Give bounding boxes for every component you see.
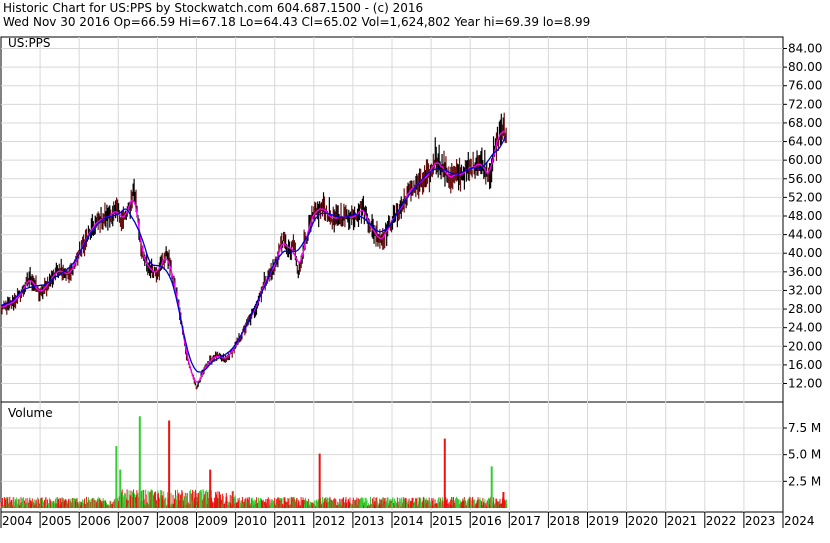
price-tick-label: 56.00 — [788, 172, 822, 186]
price-tick-label: 24.00 — [788, 321, 822, 335]
price-tick-label: 72.00 — [788, 97, 822, 111]
price-tick-label: 12.00 — [788, 377, 822, 391]
volume-tick-label: 2.5 M — [788, 474, 821, 488]
year-axis: 2004 2005 2006 2007 2008 2009 2010 2011 2012 2013… — [0, 512, 815, 528]
year-tick-label: 2019 — [589, 514, 620, 528]
price-tick-label: 44.00 — [788, 228, 822, 242]
price-tick-label: 84.00 — [788, 42, 822, 56]
price-axis: 84.00 80.00 76.00 72.00 68.00 64.00 60.00 56.00… — [783, 42, 822, 391]
year-tick-label: 2010 — [237, 514, 268, 528]
year-tick-label: 2005 — [41, 514, 72, 528]
price-tick-label: 80.00 — [788, 60, 822, 74]
stock-chart: Historic Chart for US:PPS by Stockwatch.… — [0, 1, 822, 528]
year-tick-label: 2014 — [393, 514, 424, 528]
price-tick-label: 64.00 — [788, 135, 822, 149]
volume-label: Volume — [8, 406, 53, 420]
year-tick-label: 2008 — [158, 514, 189, 528]
year-tick-label: 2022 — [706, 514, 737, 528]
year-tick-label: 2012 — [315, 514, 346, 528]
price-tick-label: 28.00 — [788, 302, 822, 316]
chart-header-title: Historic Chart for US:PPS by Stockwatch.… — [3, 1, 423, 15]
year-tick-label: 2006 — [80, 514, 111, 528]
volume-tick-label: 5.0 M — [788, 448, 821, 462]
year-tick-label: 2011 — [276, 514, 307, 528]
volume-tick-label: 7.5 M — [788, 421, 821, 435]
year-tick-label: 2013 — [354, 514, 385, 528]
price-tick-label: 52.00 — [788, 190, 822, 204]
year-tick-label: 2018 — [549, 514, 580, 528]
price-tick-label: 20.00 — [788, 339, 822, 353]
price-tick-label: 36.00 — [788, 265, 822, 279]
year-tick-label: 2007 — [119, 514, 150, 528]
year-tick-label: 2004 — [2, 514, 33, 528]
price-tick-label: 40.00 — [788, 246, 822, 260]
year-tick-label: 2020 — [628, 514, 659, 528]
year-tick-label: 2009 — [198, 514, 229, 528]
year-tick-label: 2024 — [784, 514, 815, 528]
price-tick-label: 48.00 — [788, 209, 822, 223]
year-tick-label: 2021 — [667, 514, 698, 528]
year-tick-label: 2023 — [745, 514, 776, 528]
year-tick-label: 2017 — [510, 514, 541, 528]
grid-lines — [1, 37, 783, 512]
price-tick-label: 68.00 — [788, 116, 822, 130]
price-tick-label: 60.00 — [788, 153, 822, 167]
symbol-label: US:PPS — [8, 36, 51, 50]
year-tick-label: 2015 — [432, 514, 463, 528]
price-tick-label: 16.00 — [788, 358, 822, 372]
year-tick-label: 2016 — [471, 514, 502, 528]
volume-axis: 7.5 M 5.0 M 2.5 M — [783, 421, 821, 488]
chart-header-quote: Wed Nov 30 2016 Op=66.59 Hi=67.18 Lo=64.… — [3, 15, 590, 29]
price-tick-label: 76.00 — [788, 79, 822, 93]
price-tick-label: 32.00 — [788, 283, 822, 297]
